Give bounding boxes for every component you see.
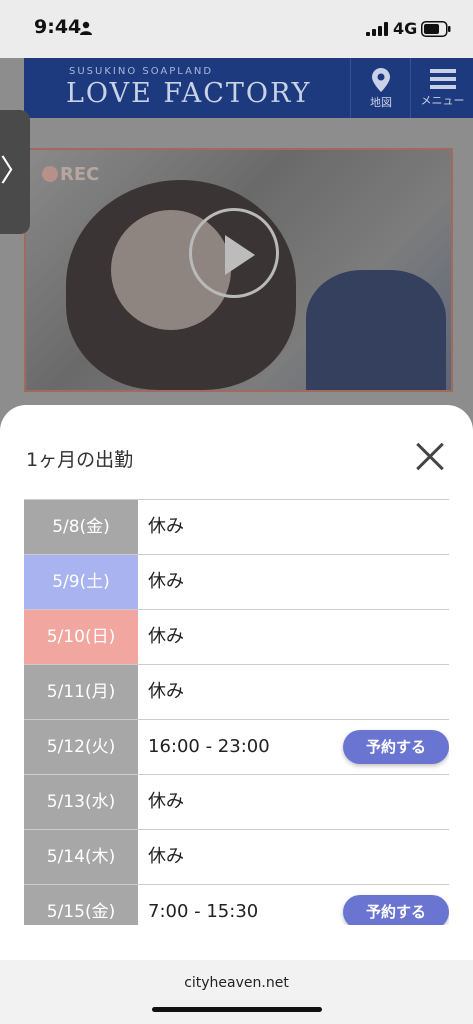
url-domain[interactable]: cityheaven.net [0,975,473,991]
shift-cell: 休み [148,791,184,812]
schedule-sheet: 1ヶ月の出勤 5/8(金) 休み 5/9(土) 休み 5/10(日) 休み 5/… [0,405,473,1024]
date-cell: 5/12(火) [24,720,138,774]
sheet-title: 1ヶ月の出勤 [26,449,134,471]
browser-footer: cityheaven.net [0,960,473,1024]
battery-icon [421,21,451,37]
date-cell: 5/15(金) [24,885,138,925]
shift-cell: 休み [148,571,184,592]
schedule-row: 5/10(日) 休み [24,610,449,665]
schedule-row: 5/15(金) 7:00 - 15:30 予約する [24,885,449,925]
shift-cell: 休み [148,681,184,702]
rec-label: REC [60,164,100,185]
date-cell-saturday: 5/9(土) [24,555,138,609]
close-icon[interactable] [410,437,450,477]
video-player[interactable]: REC [24,148,453,392]
date-cell-sunday: 5/10(日) [24,610,138,664]
date-cell: 5/11(月) [24,665,138,719]
person-icon [80,21,92,35]
schedule-row: 5/9(土) 休み [24,555,449,610]
menu-label: メニュー [420,94,465,107]
schedule-row: 5/13(水) 休み [24,775,449,830]
hamburger-icon [429,69,456,89]
shift-cell: 7:00 - 15:30 [148,901,259,922]
side-drawer-tab[interactable]: 〉 [0,110,30,234]
map-label: 地図 [370,96,392,109]
screen: 9:44 4G SUSUKINO SOAPLAND LOVE FACTORY 地… [0,0,473,1024]
schedule-table: 5/8(金) 休み 5/9(土) 休み 5/10(日) 休み 5/11(月) 休… [24,499,449,925]
rec-indicator: REC [42,164,99,185]
rec-dot-icon [42,166,58,182]
network-type: 4G [393,19,418,38]
map-pin-icon [372,68,390,92]
map-button[interactable]: 地図 [350,58,411,118]
signal-icon [366,22,388,36]
schedule-row: 5/12(火) 16:00 - 23:00 予約する [24,720,449,775]
site-logo[interactable]: LOVE FACTORY [66,78,311,109]
schedule-row: 5/11(月) 休み [24,665,449,720]
schedule-row: 5/8(金) 休み [24,500,449,555]
date-cell: 5/8(金) [24,500,138,554]
video-thumbnail-clothing [306,270,446,390]
reserve-button[interactable]: 予約する [343,895,449,925]
shift-cell: 休み [148,516,184,537]
shift-cell: 休み [148,626,184,647]
background-page: SUSUKINO SOAPLAND LOVE FACTORY 地図 メニュー 〉 [0,58,473,438]
play-icon[interactable] [189,208,279,298]
status-bar: 9:44 4G [0,0,473,58]
site-subtitle: SUSUKINO SOAPLAND [69,66,214,77]
shift-cell: 休み [148,846,184,867]
shift-cell: 16:00 - 23:00 [148,736,270,757]
schedule-row: 5/14(木) 休み [24,830,449,885]
date-cell: 5/13(水) [24,775,138,829]
home-indicator[interactable] [152,1007,322,1012]
reserve-button[interactable]: 予約する [343,730,449,764]
menu-button[interactable]: メニュー [410,58,473,118]
status-time: 9:44 [34,16,82,38]
date-cell: 5/14(木) [24,830,138,884]
site-header: SUSUKINO SOAPLAND LOVE FACTORY 地図 メニュー [24,58,473,118]
